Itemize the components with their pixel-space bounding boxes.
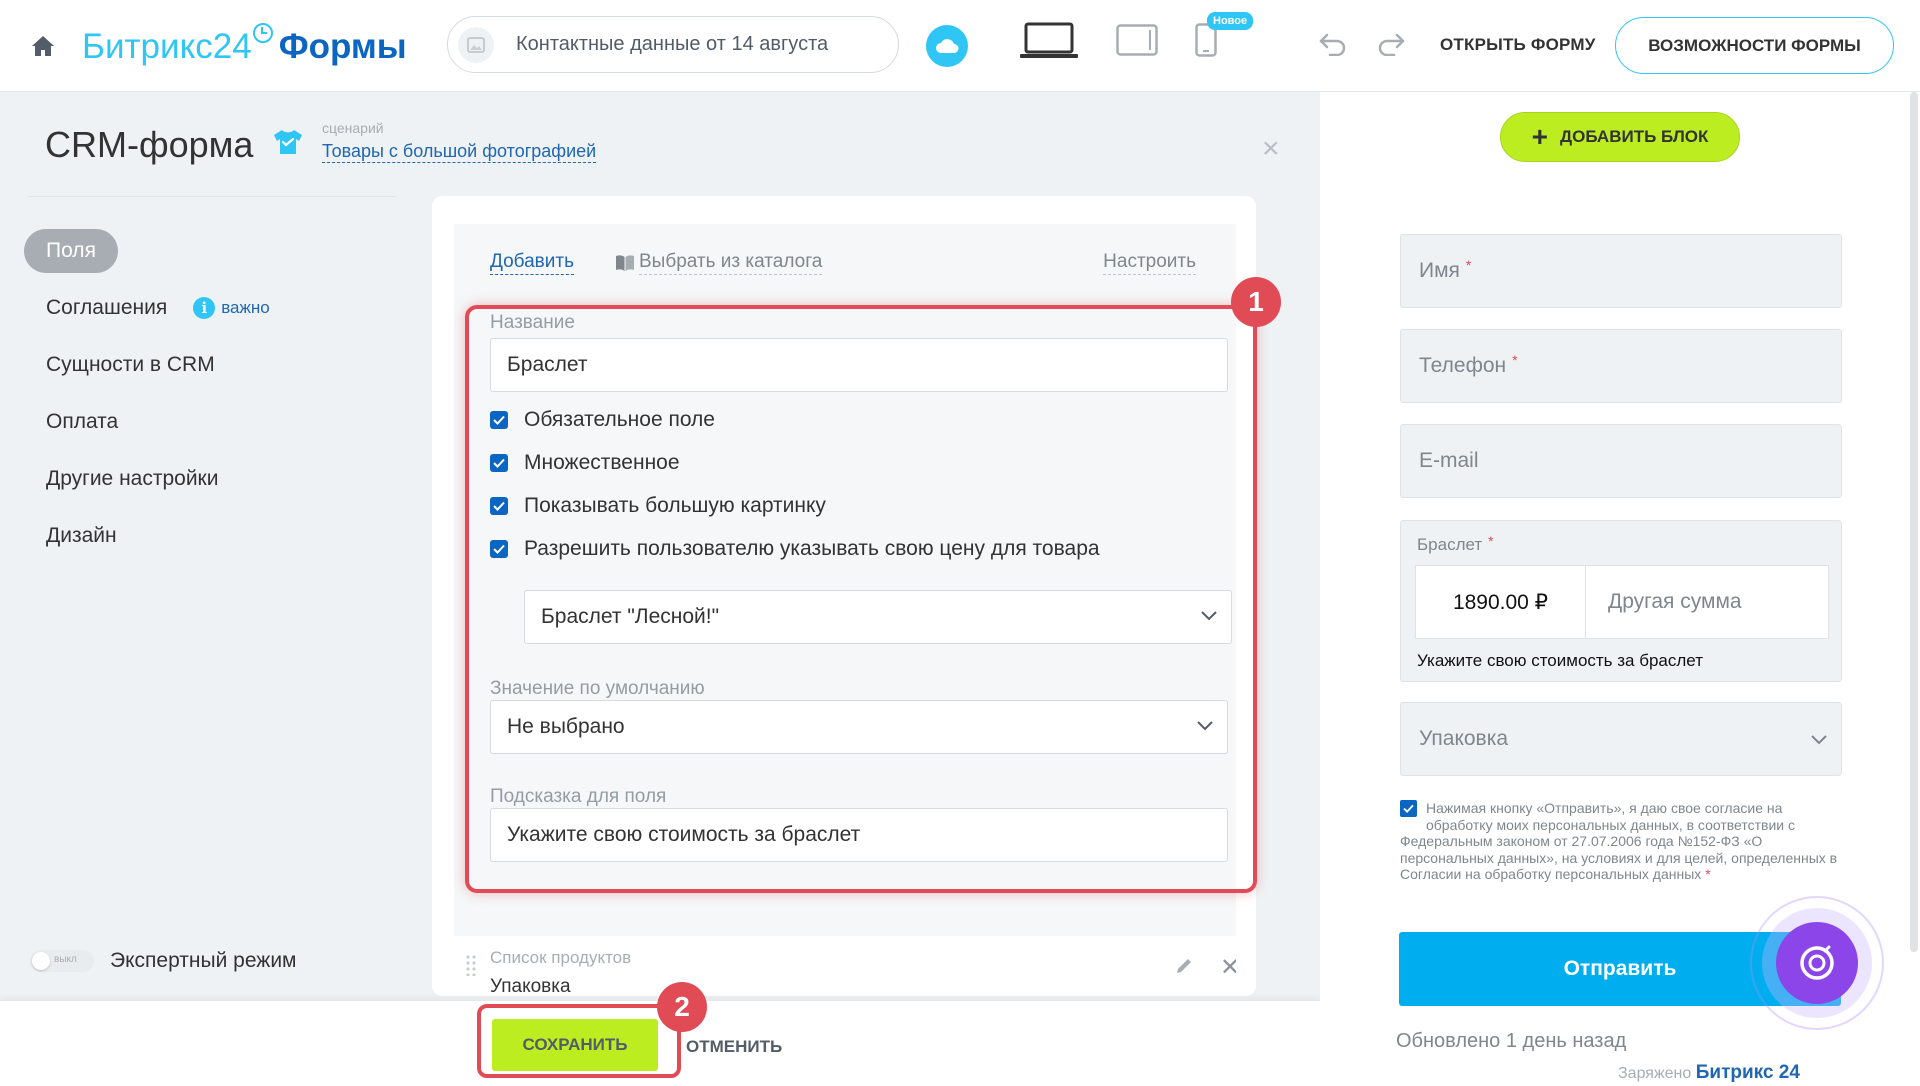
image-placeholder-icon [458, 26, 494, 63]
clock-icon [252, 22, 273, 43]
nav-item-other-settings[interactable]: Другие настройки [24, 450, 384, 507]
consent-checkbox[interactable] [1400, 800, 1417, 817]
important-badge[interactable]: i важно [193, 296, 270, 319]
setup-link[interactable]: Настроить [1103, 250, 1196, 275]
catalog-link[interactable]: Выбрать из каталога [615, 250, 823, 275]
expert-mode-toggle[interactable]: выкл [30, 950, 94, 972]
form-features-button[interactable]: ВОЗМОЖНОСТИ ФОРМЫ [1615, 17, 1894, 74]
add-block-button[interactable]: + ДОБАВИТЬ БЛОК [1500, 112, 1740, 162]
preview-product-field: Браслет * 1890.00 ₽ Другая сумма Укажите … [1400, 520, 1842, 682]
tshirt-icon [272, 128, 304, 156]
scenario-link[interactable]: Товары с большой фотографией [322, 140, 597, 163]
product-list-label: Список продуктов [490, 948, 632, 967]
preview-email-field[interactable]: E-mail [1400, 424, 1842, 498]
product-label: Браслет * [1417, 533, 1494, 554]
nav-item-agreements[interactable]: Соглашения i важно [24, 279, 384, 336]
drag-handle-icon [466, 955, 476, 976]
expert-mode-label: Экспертный режим [110, 949, 297, 972]
redo-icon[interactable] [1376, 32, 1406, 56]
divider [28, 196, 396, 197]
section-name: Формы [278, 27, 407, 66]
expert-mode: выкл Экспертный режим [30, 949, 297, 973]
plus-icon: + [1531, 121, 1549, 152]
consent-required-mark: * [1705, 866, 1711, 882]
assistant-icon [1776, 922, 1858, 1004]
product-list-field[interactable]: Список продуктов Упаковка ✕ [454, 936, 1236, 996]
nav-item-crm-entities[interactable]: Сущности в CRM [24, 336, 384, 393]
step-badge-1: 1 [1231, 277, 1281, 327]
price-options: 1890.00 ₽ Другая сумма [1415, 565, 1829, 639]
nav-item-label: Соглашения [46, 295, 168, 319]
delete-icon[interactable]: ✕ [1220, 956, 1236, 980]
nav-item-design[interactable]: Дизайн [24, 507, 384, 564]
cancel-button[interactable]: ОТМЕНИТЬ [686, 1037, 782, 1057]
step-badge-2: 2 [657, 982, 707, 1032]
consent-block: Нажимая кнопку «Отправить», я даю свое с… [1400, 800, 1846, 883]
form-name-text: Контактные данные от 14 августа [516, 33, 829, 55]
powered-by: Заряжено Битрикс 24 [1618, 1062, 1800, 1083]
preview-scrollbar[interactable] [1910, 92, 1918, 952]
updated-status: Обновлено 1 день назад [1396, 1030, 1627, 1052]
highlight-frame-1 [465, 305, 1257, 893]
nav-item-payment[interactable]: Оплата [24, 393, 384, 450]
tablet-icon[interactable] [1116, 24, 1158, 56]
settings-nav: Поля Соглашения i важно Сущности в CRM Оп… [24, 222, 384, 564]
add-field-link[interactable]: Добавить [490, 250, 574, 275]
chevron-down-icon [1811, 735, 1827, 745]
highlight-frame-2 [477, 1004, 681, 1078]
info-icon: i [193, 296, 216, 319]
cloud-icon[interactable] [926, 25, 968, 67]
close-icon[interactable]: × [1262, 134, 1280, 164]
app-logo[interactable]: Битрикс24 Формы [82, 22, 407, 68]
preview-phone-field[interactable]: Телефон * [1400, 329, 1842, 403]
nav-item-fields[interactable]: Поля [24, 222, 384, 279]
price-custom-option[interactable]: Другая сумма [1586, 566, 1828, 638]
pencil-icon[interactable] [1174, 956, 1194, 976]
open-form-link[interactable]: ОТКРЫТЬ ФОРМУ [1440, 35, 1595, 55]
product-list-value: Упаковка [490, 976, 571, 996]
preview-packaging-select[interactable]: Упаковка [1400, 702, 1842, 776]
page-title: CRM-форма [45, 124, 254, 165]
new-badge: Новое [1207, 12, 1254, 30]
product-hint: Укажите свою стоимость за браслет [1417, 651, 1703, 670]
home-icon[interactable] [30, 34, 56, 58]
form-name-pill[interactable]: Контактные данные от 14 августа [447, 16, 899, 73]
top-bar: Битрикс24 Формы Контактные данные от 14 а… [0, 0, 1920, 92]
scenario-caption: сценарий [322, 120, 384, 136]
brand-name: Битрикс24 [82, 27, 252, 66]
consent-text: Нажимая кнопку «Отправить», я даю свое с… [1400, 800, 1838, 882]
desktop-icon[interactable] [1020, 22, 1078, 60]
assistant-button[interactable] [1750, 896, 1884, 1030]
undo-icon[interactable] [1318, 32, 1348, 56]
field-actions: Добавить Выбрать из каталога Настроить [490, 250, 1230, 280]
price-fixed-option[interactable]: 1890.00 ₽ [1416, 566, 1586, 638]
book-icon [616, 254, 634, 271]
preview-name-field[interactable]: Имя * [1400, 234, 1842, 308]
